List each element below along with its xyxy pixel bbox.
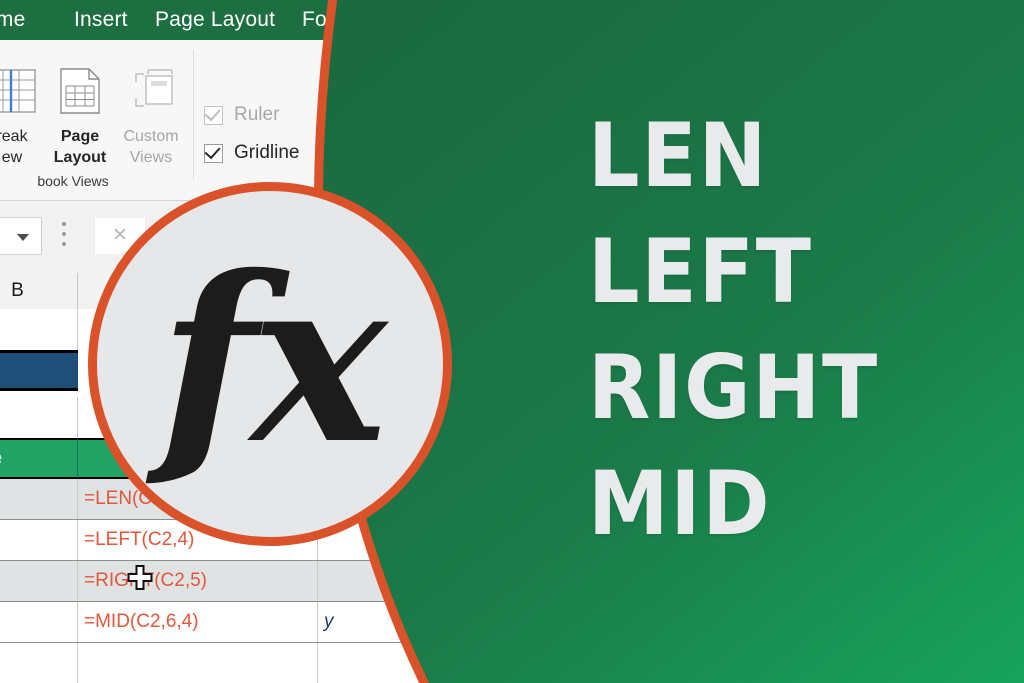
cell-d9[interactable] [318, 643, 438, 683]
custom-views-label-line1: Custom [123, 128, 179, 145]
custom-views-icon [110, 56, 192, 126]
tab-insert[interactable]: Insert [74, 8, 128, 32]
cell-b3[interactable] [0, 397, 78, 438]
column-header-b[interactable]: B [0, 273, 78, 309]
check-icon [204, 104, 221, 121]
ribbon-group-divider [193, 50, 194, 180]
title-word-mid: MID [588, 452, 772, 555]
chevron-down-icon[interactable] [17, 234, 29, 241]
cell-c9[interactable] [78, 643, 318, 683]
workbook-views-group: reak ew [0, 40, 193, 200]
gridlines-checkbox-box[interactable] [204, 142, 223, 163]
cell-b4[interactable]: ame [0, 438, 78, 479]
page-layout-view-label-line1: Page [60, 128, 100, 145]
table-row[interactable]: =MID(C2,6,4) y [0, 602, 480, 643]
page-layout-view-button[interactable]: Page Layout [40, 56, 120, 168]
mouse-cursor-icon [127, 565, 153, 591]
cell-b7[interactable]: nt [0, 561, 78, 601]
fx-icon: fx [158, 226, 387, 494]
page-layout-view-label-line2: Layout [53, 149, 107, 166]
ribbon-tab-strip: ome Insert Page Layout Form [0, 0, 1024, 40]
checkbox-ruler[interactable]: Ruler [204, 96, 299, 134]
title-word-len: LEN [588, 104, 769, 207]
cell-d7[interactable] [318, 561, 438, 601]
title-word-left: LEFT [588, 220, 813, 323]
cell-b6[interactable] [0, 520, 78, 560]
cell-c7[interactable]: =RIGHT(C2,5) [78, 561, 318, 601]
custom-views-label-line2: Views [129, 149, 173, 166]
table-row[interactable]: nt =RIGHT(C2,5) [0, 561, 480, 602]
tab-formulas[interactable]: Form [302, 8, 352, 32]
formula-bar-grip [62, 222, 66, 252]
gridlines-label: Gridline [234, 142, 300, 163]
cell-b5[interactable] [0, 479, 78, 519]
title-word-right: RIGHT [588, 336, 880, 439]
tab-home[interactable]: ome [0, 8, 25, 32]
show-group: Ruler Gridline [204, 96, 299, 172]
cell-d8[interactable]: y [318, 602, 438, 642]
cell-c8[interactable]: =MID(C2,6,4) [78, 602, 318, 642]
cell-b9[interactable] [0, 643, 78, 683]
thumbnail-canvas: ome Insert Page Layout Form [0, 0, 1024, 683]
table-row[interactable] [0, 643, 480, 683]
workbook-views-group-label: book Views [37, 173, 109, 189]
ruler-label: Ruler [234, 104, 280, 125]
page-layout-view-icon [40, 56, 120, 126]
ribbon-body: reak ew [0, 40, 1024, 201]
name-box[interactable] [0, 217, 42, 255]
cell-b2[interactable]: t [0, 350, 78, 391]
cell-b1[interactable] [0, 309, 78, 350]
cell-b8[interactable] [0, 602, 78, 642]
fx-badge: fx [88, 182, 452, 546]
custom-views-button[interactable]: Custom Views [110, 56, 192, 168]
check-icon [204, 142, 221, 159]
ruler-checkbox-box[interactable] [204, 104, 223, 125]
checkbox-gridlines[interactable]: Gridline [204, 134, 299, 172]
tab-page-layout[interactable]: Page Layout [155, 8, 275, 32]
